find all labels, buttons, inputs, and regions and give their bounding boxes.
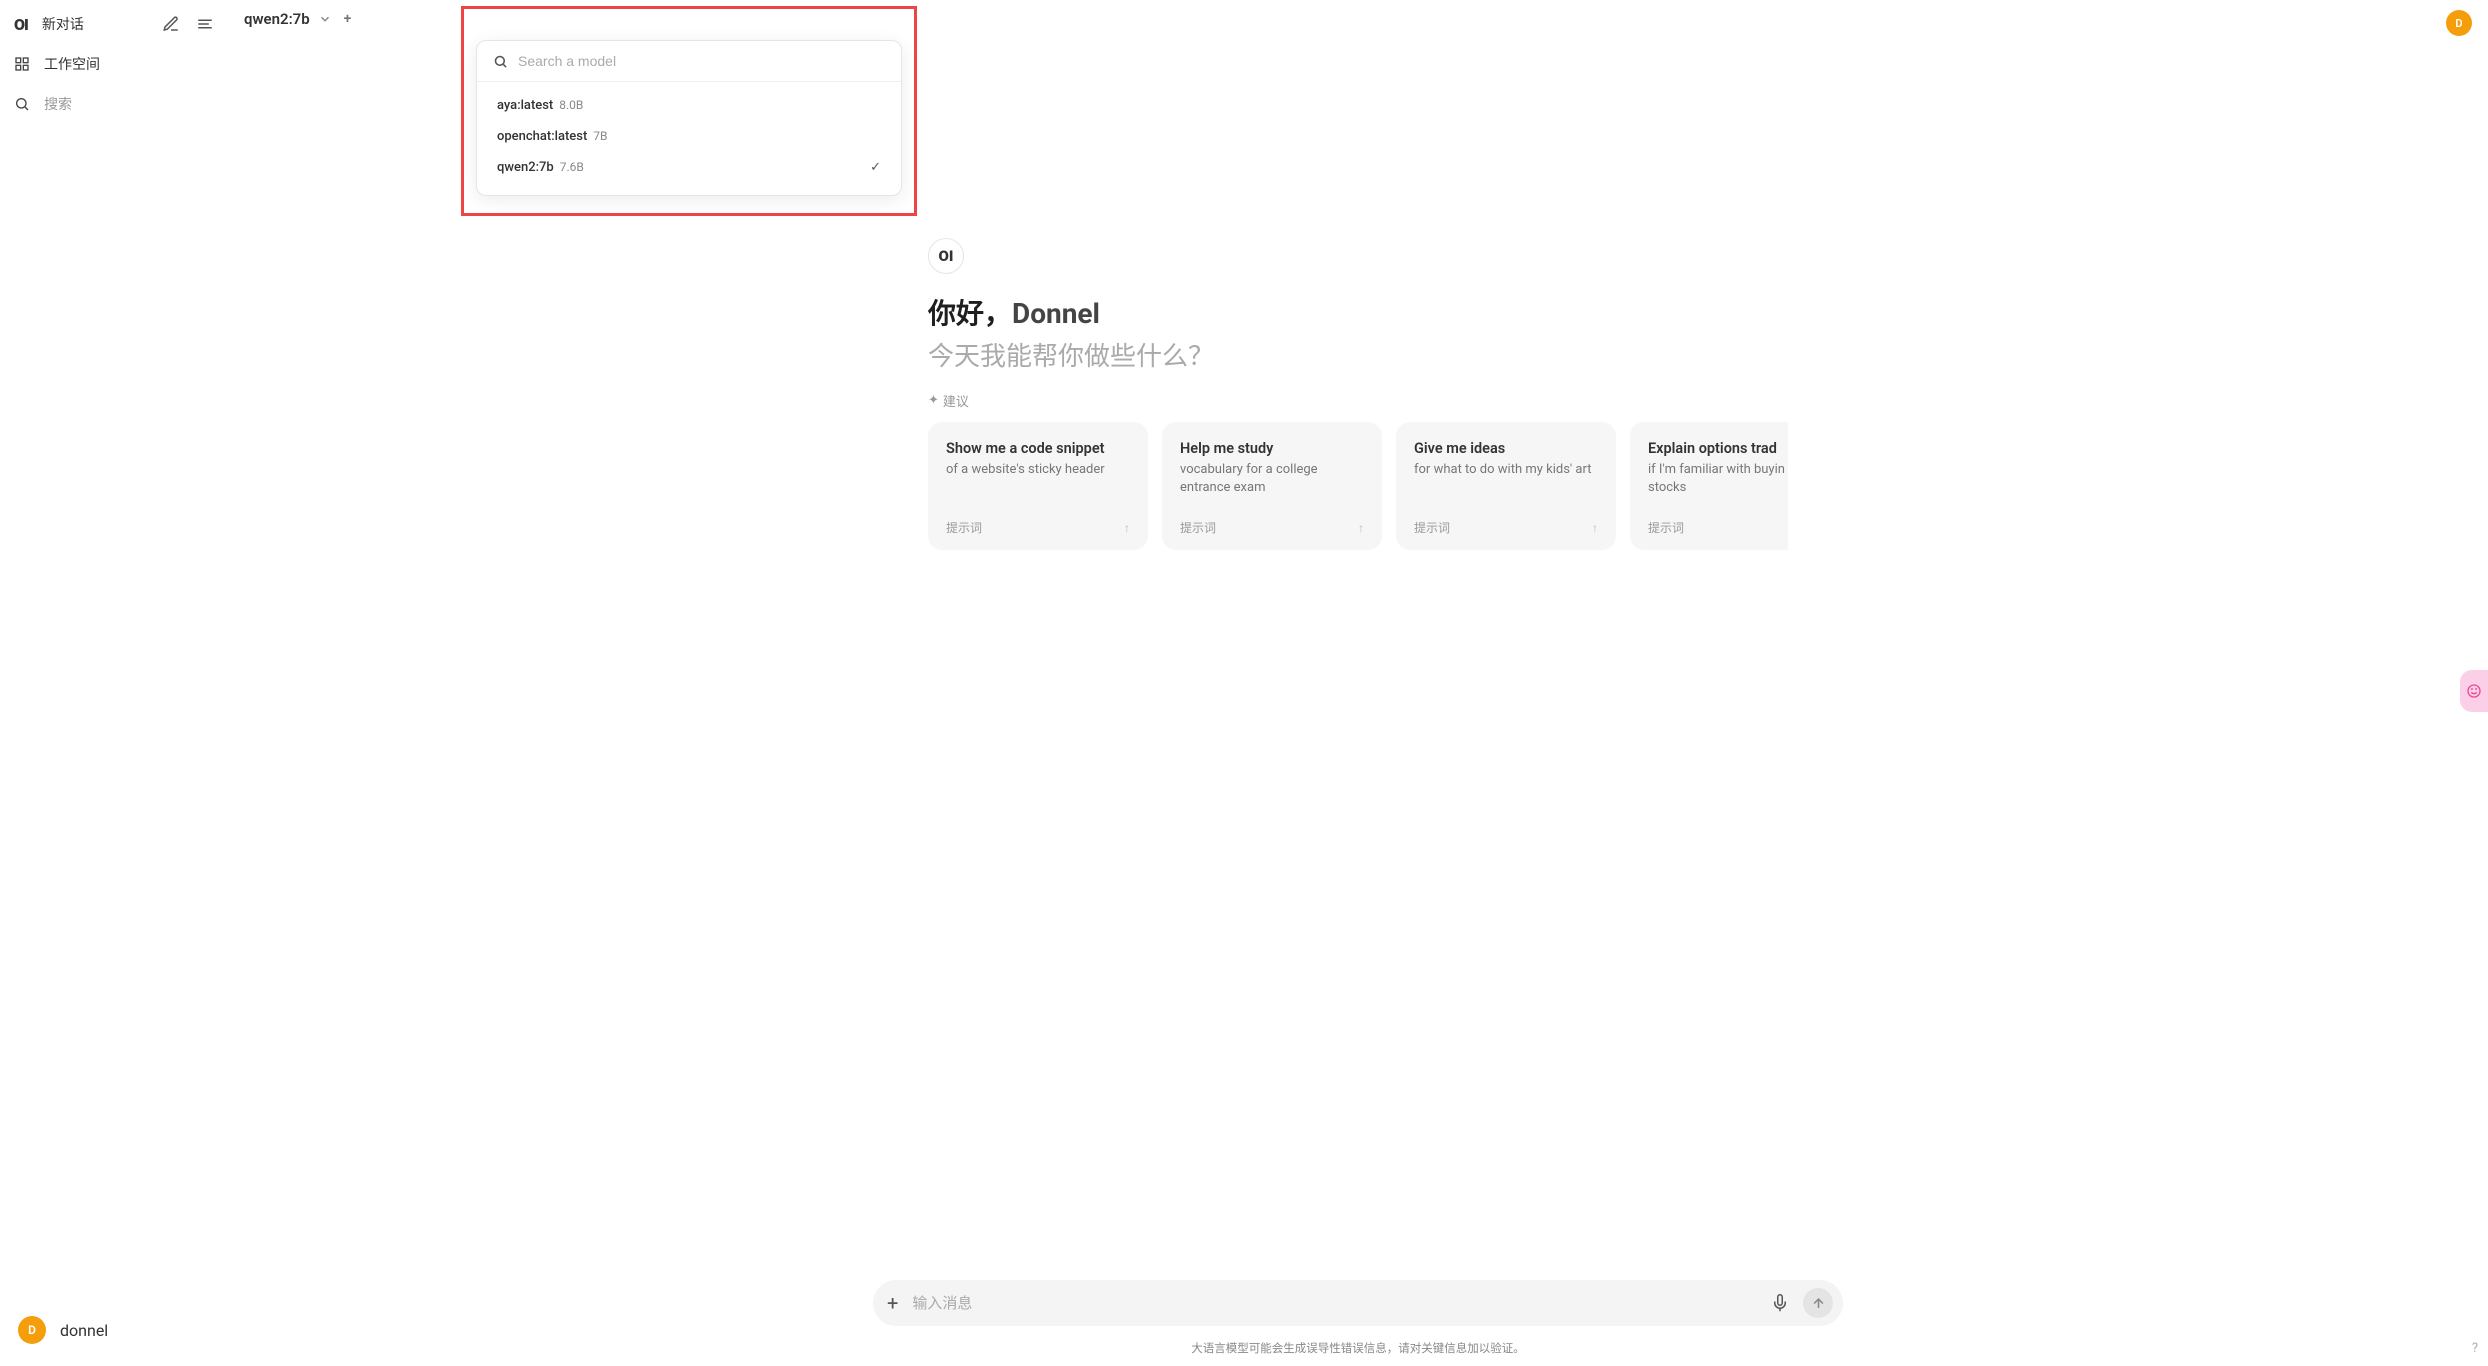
- card-footer: 提示词↑: [1648, 519, 1788, 536]
- user-avatar-small: D: [18, 1316, 46, 1344]
- app-logo-large: OI: [928, 238, 964, 274]
- card-footer-label: 提示词: [1414, 519, 1450, 536]
- model-search-input[interactable]: [518, 53, 885, 69]
- input-wrap: +: [228, 1280, 2488, 1334]
- user-name-label: donnel: [60, 1321, 108, 1340]
- model-option-size: 7B: [593, 129, 607, 143]
- card-title: Help me study: [1180, 440, 1364, 457]
- search-icon: [493, 54, 508, 69]
- greeting: 你好，Donnel: [928, 292, 1788, 332]
- model-dropdown-list: aya:latest 8.0B openchat:latest 7B qwen2:7b 7…: [477, 82, 901, 191]
- center-content: OI 你好，Donnel 今天我能帮你做些什么？ ✦ 建议 Show me a …: [228, 38, 2488, 1280]
- suggestion-card[interactable]: Explain options trad if I'm familiar with…: [1630, 422, 1788, 550]
- card-footer: 提示词 ↑: [946, 519, 1130, 536]
- model-option[interactable]: aya:latest 8.0B: [477, 90, 901, 121]
- help-button[interactable]: ?: [2472, 1341, 2478, 1356]
- menu-icon[interactable]: [196, 15, 214, 33]
- selected-model-label: qwen2:7b: [244, 10, 310, 28]
- model-option-name: aya:latest: [497, 98, 553, 113]
- topbar: qwen2:7b + D: [228, 0, 2488, 38]
- card-footer: 提示词 ↑: [1180, 519, 1364, 536]
- card-title: Show me a code snippet: [946, 440, 1130, 457]
- card-desc: for what to do with my kids' art: [1414, 461, 1598, 479]
- card-desc: of a website's sticky header: [946, 461, 1130, 479]
- suggestion-card[interactable]: Show me a code snippet of a website's sti…: [928, 422, 1148, 550]
- arrow-up-icon: ↑: [1358, 521, 1364, 535]
- card-footer-label: 提示词: [1180, 519, 1216, 536]
- compose-icon[interactable]: [162, 15, 180, 33]
- greeting-name: Donnel: [1012, 297, 1100, 330]
- sidebar-new-chat-row: OI 新对话: [14, 14, 214, 34]
- card-footer-label: 提示词: [946, 519, 982, 536]
- sidebar: OI 新对话 工作空间 搜索 D: [0, 0, 228, 1366]
- card-footer-label: 提示词: [1648, 519, 1684, 536]
- workspace-icon: [14, 56, 30, 72]
- check-icon: ✓: [870, 160, 881, 175]
- attach-button[interactable]: +: [887, 1291, 898, 1315]
- send-button[interactable]: [1803, 1288, 1833, 1318]
- model-dropdown: aya:latest 8.0B openchat:latest 7B qwen2:7b 7…: [476, 40, 902, 196]
- app-logo-small: OI: [14, 15, 28, 34]
- disclaimer: 大语言模型可能会生成误导性错误信息，请对关键信息加以验证。: [228, 1334, 2488, 1366]
- mic-button[interactable]: [1771, 1294, 1789, 1312]
- suggestions-label: ✦ 建议: [928, 391, 1788, 410]
- sidebar-item-workspace[interactable]: 工作空间: [14, 54, 214, 74]
- model-option-name: openchat:latest: [497, 129, 587, 144]
- add-model-button[interactable]: +: [344, 11, 352, 27]
- user-avatar-top[interactable]: D: [2446, 10, 2472, 36]
- workspace-label: 工作空间: [44, 54, 100, 74]
- suggestion-cards: Show me a code snippet of a website's sti…: [928, 422, 1788, 550]
- card-title: Give me ideas: [1414, 440, 1598, 457]
- card-desc: vocabulary for a college entrance exam: [1180, 461, 1364, 496]
- new-chat-label[interactable]: 新对话: [42, 14, 84, 34]
- model-search-row: [477, 41, 901, 82]
- message-input-bar: +: [873, 1280, 1843, 1326]
- model-option[interactable]: openchat:latest 7B: [477, 121, 901, 152]
- card-desc: if I'm familiar with buyin selling stock…: [1648, 461, 1788, 496]
- model-picker[interactable]: qwen2:7b +: [244, 10, 351, 28]
- arrow-up-icon: ↑: [1124, 521, 1130, 535]
- card-footer: 提示词 ↑: [1414, 519, 1598, 536]
- sparkle-icon: ✦: [928, 393, 939, 408]
- search-label: 搜索: [44, 94, 72, 114]
- model-option[interactable]: qwen2:7b 7.6B ✓: [477, 152, 901, 183]
- arrow-up-icon: ↑: [1592, 521, 1598, 535]
- suggestion-card[interactable]: Give me ideas for what to do with my kids…: [1396, 422, 1616, 550]
- chevron-down-icon: [318, 12, 332, 26]
- search-icon: [14, 96, 30, 112]
- suggestions-label-text: 建议: [943, 391, 969, 410]
- message-input[interactable]: [912, 1295, 1757, 1312]
- sidebar-user[interactable]: D donnel: [14, 1308, 214, 1352]
- greeting-subtitle: 今天我能帮你做些什么？: [928, 336, 1788, 373]
- model-option-size: 7.6B: [560, 160, 584, 174]
- suggestion-card[interactable]: Help me study vocabulary for a college en…: [1162, 422, 1382, 550]
- greeting-prefix: 你好，: [928, 297, 1012, 330]
- assistant-float-button[interactable]: [2460, 670, 2488, 712]
- model-option-size: 8.0B: [559, 98, 583, 112]
- sidebar-item-search[interactable]: 搜索: [14, 94, 214, 114]
- main-panel: qwen2:7b + D aya:latest 8.0B openchat:late…: [228, 0, 2488, 1366]
- card-title: Explain options trad: [1648, 440, 1788, 457]
- model-option-name: qwen2:7b: [497, 160, 554, 175]
